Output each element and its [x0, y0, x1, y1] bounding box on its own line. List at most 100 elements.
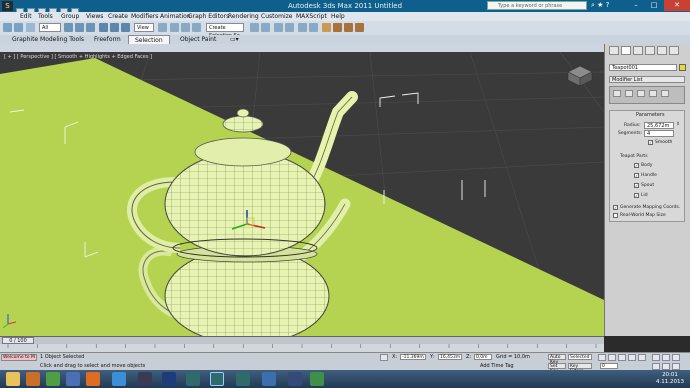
zoom-extents-icon[interactable] [672, 354, 680, 361]
tab-selection[interactable]: Selection [128, 35, 170, 44]
menu-tools[interactable]: Tools [38, 12, 53, 21]
real-world-checkbox[interactable] [613, 213, 618, 218]
maxscript-listener[interactable]: Welcome to M [1, 354, 37, 361]
app-logo-icon[interactable]: S [2, 1, 13, 11]
media-player-icon[interactable] [288, 372, 302, 386]
infocenter-icons[interactable]: ⌕ ★ ? [591, 1, 609, 10]
pan-icon[interactable] [662, 363, 670, 370]
z-coordinate[interactable]: 0,0m [474, 354, 492, 360]
link-icon[interactable] [26, 23, 35, 32]
rendered-frame-icon[interactable] [344, 23, 353, 32]
pivot-icon[interactable] [158, 23, 167, 32]
layer-manager-icon[interactable] [274, 23, 283, 32]
hierarchy-tab-icon[interactable] [633, 46, 643, 55]
key-selection-dropdown[interactable]: Selected [568, 354, 592, 360]
auto-key-button[interactable]: Auto Key [548, 354, 566, 365]
select-by-name-icon[interactable] [75, 23, 84, 32]
remove-modifier-icon[interactable] [649, 90, 657, 97]
tab-object-paint[interactable]: Object Paint [174, 35, 222, 44]
go-to-start-icon[interactable] [598, 354, 606, 361]
show-end-result-icon[interactable] [625, 90, 633, 97]
set-key-button[interactable]: Set Key [548, 363, 566, 374]
object-name-field[interactable]: Teapot001 [609, 64, 677, 71]
menu-rendering[interactable]: Rendering [228, 12, 259, 21]
mudbox-icon[interactable] [262, 372, 276, 386]
zoom-icon[interactable] [652, 354, 660, 361]
menu-edit[interactable]: Edit [20, 12, 32, 21]
configure-sets-icon[interactable] [661, 90, 669, 97]
mirror-icon[interactable] [250, 23, 259, 32]
lid-checkbox[interactable]: ✓ [634, 193, 639, 198]
menu-graph-editors[interactable]: Graph Editors [188, 12, 229, 21]
y-coordinate[interactable]: 16,453m [438, 354, 462, 360]
tab-graphite-modeling-tools[interactable]: Graphite Modeling Tools [6, 35, 90, 44]
display-tab-icon[interactable] [657, 46, 667, 55]
radius-spinner-icon[interactable]: ⇕ [676, 122, 680, 127]
scale-icon[interactable] [121, 23, 130, 32]
curve-editor-icon[interactable] [298, 23, 307, 32]
redo-icon[interactable] [14, 23, 23, 32]
field-of-view-icon[interactable] [652, 363, 660, 370]
photoshop-alt-icon[interactable] [138, 372, 152, 386]
menu-maxscript[interactable]: MAXScript [296, 12, 327, 21]
explorer-icon[interactable] [6, 372, 20, 386]
tab-freeform[interactable]: Freeform [88, 35, 127, 44]
orbit-icon[interactable] [672, 363, 680, 370]
menu-create[interactable]: Create [108, 12, 128, 21]
viewport-label[interactable]: [ + ] [ Perspective ] [ Smooth + Highlig… [4, 54, 152, 60]
time-slider-thumb[interactable]: 0 / 100 [2, 337, 34, 344]
add-time-tag[interactable]: Add Time Tag [480, 363, 514, 369]
menu-views[interactable]: Views [86, 12, 103, 21]
3dsmax-alt-icon[interactable] [236, 372, 250, 386]
ribbon-options-icon[interactable]: ▭▾ [230, 36, 239, 43]
radius-field[interactable]: 25,672m [644, 122, 674, 129]
previous-frame-icon[interactable] [608, 354, 616, 361]
angle-snap-icon[interactable] [181, 23, 190, 32]
close-button[interactable]: ✕ [664, 0, 690, 11]
x-coordinate[interactable]: -11,369m [400, 354, 426, 360]
create-tab-icon[interactable] [609, 46, 619, 55]
object-color-swatch[interactable] [679, 64, 686, 71]
chrome-alt-icon[interactable] [66, 372, 80, 386]
undo-icon[interactable] [3, 23, 12, 32]
graphite-toggle-icon[interactable] [285, 23, 294, 32]
perspective-viewport[interactable]: [ + ] [ Perspective ] [ Smooth + Highlig… [0, 52, 604, 336]
3dsmax-icon[interactable] [186, 372, 200, 386]
chrome-icon[interactable] [46, 372, 60, 386]
snap-icon[interactable] [170, 23, 179, 32]
render-icon[interactable] [355, 23, 364, 32]
menu-animation[interactable]: Animation [160, 12, 191, 21]
search-input[interactable]: Type a keyword or phrase [487, 1, 587, 10]
smooth-checkbox[interactable]: ✓ [648, 140, 653, 145]
region-select-icon[interactable] [86, 23, 95, 32]
reference-coordinate-dropdown[interactable]: View [134, 23, 154, 32]
track-bar[interactable] [0, 344, 604, 352]
generate-mapping-checkbox[interactable]: ✓ [613, 205, 618, 210]
firefox-icon[interactable] [86, 372, 100, 386]
make-unique-icon[interactable] [637, 90, 645, 97]
menu-modifiers[interactable]: Modifiers [131, 12, 158, 21]
utilities-tab-icon[interactable] [669, 46, 679, 55]
rotate-icon[interactable] [110, 23, 119, 32]
segments-field[interactable]: 4 [644, 130, 674, 137]
select-object-icon[interactable] [64, 23, 73, 32]
go-to-end-icon[interactable] [638, 354, 646, 361]
rollout-title[interactable]: Parameters [636, 112, 665, 118]
pin-stack-icon[interactable] [613, 90, 621, 97]
lock-selection-icon[interactable] [380, 354, 388, 361]
handle-checkbox[interactable]: ✓ [634, 173, 639, 178]
3dsmax-active-icon[interactable] [210, 372, 224, 386]
align-icon[interactable] [261, 23, 270, 32]
motion-tab-icon[interactable] [645, 46, 655, 55]
photoshop-icon[interactable] [162, 372, 176, 386]
next-frame-icon[interactable] [628, 354, 636, 361]
material-editor-icon[interactable] [322, 23, 331, 32]
render-setup-icon[interactable] [333, 23, 342, 32]
move-icon[interactable] [99, 23, 108, 32]
menu-customize[interactable]: Customize [261, 12, 293, 21]
system-clock[interactable]: 20:01 4.11.2013 [656, 372, 684, 386]
play-icon[interactable] [618, 354, 626, 361]
modifier-list-dropdown[interactable]: Modifier List [609, 76, 685, 83]
current-frame-field[interactable]: 0 [600, 363, 618, 369]
modify-tab-icon[interactable] [621, 46, 631, 55]
